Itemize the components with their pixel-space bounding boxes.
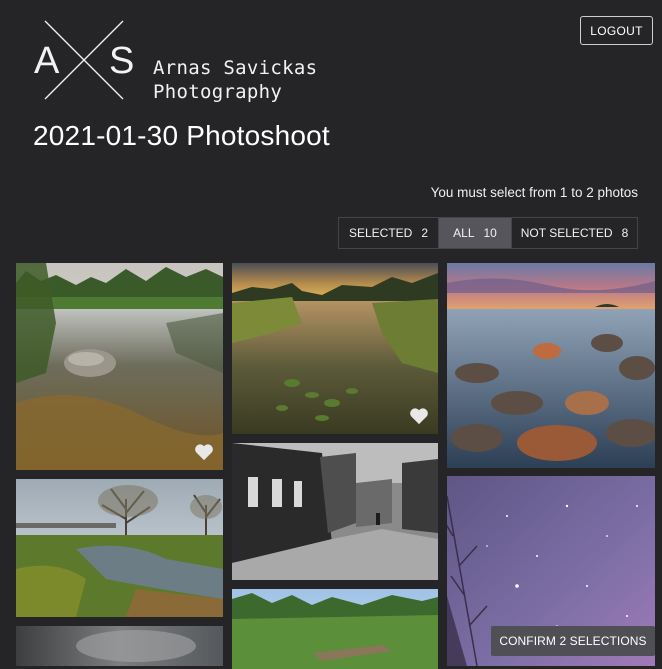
photo-image bbox=[232, 589, 438, 669]
logo-mark: A S bbox=[34, 20, 133, 100]
tab-selected-count: 2 bbox=[421, 226, 429, 240]
photo-image bbox=[16, 626, 223, 666]
tab-not-selected-count: 8 bbox=[621, 226, 629, 240]
photo-thumbnail[interactable] bbox=[232, 443, 438, 580]
photo-image bbox=[232, 443, 438, 580]
logo-name: Arnas Savickas Photography bbox=[153, 56, 317, 104]
tab-selected[interactable]: SELECTED 2 bbox=[339, 218, 439, 248]
logout-button[interactable]: LOGOUT bbox=[580, 16, 653, 45]
filter-tabs: SELECTED 2 ALL 10 NOT SELECTED 8 bbox=[338, 217, 638, 249]
photo-image bbox=[232, 263, 438, 434]
photo-thumbnail[interactable] bbox=[232, 263, 438, 434]
photo-thumbnail[interactable] bbox=[16, 263, 223, 470]
photo-thumbnail[interactable] bbox=[447, 263, 655, 468]
tab-not-selected[interactable]: NOT SELECTED 8 bbox=[511, 218, 637, 248]
logo-letter-s: S bbox=[109, 40, 133, 82]
tab-all-count: 10 bbox=[483, 226, 497, 240]
logo-name-line2: Photography bbox=[153, 81, 283, 103]
selection-requirement-text: You must select from 1 to 2 photos bbox=[430, 185, 638, 200]
heart-icon[interactable] bbox=[409, 407, 429, 425]
page-title: 2021-01-30 Photoshoot bbox=[33, 120, 330, 151]
brand-logo[interactable]: A S Arnas Savickas Photography bbox=[33, 17, 333, 104]
photo-thumbnail[interactable] bbox=[232, 589, 438, 669]
tab-selected-label: SELECTED bbox=[348, 226, 413, 240]
confirm-selections-button[interactable]: CONFIRM 2 SELECTIONS bbox=[491, 626, 655, 656]
photo-image bbox=[447, 263, 655, 468]
photo-thumbnail[interactable] bbox=[16, 479, 223, 617]
heart-icon[interactable] bbox=[194, 443, 214, 461]
tab-all[interactable]: ALL 10 bbox=[439, 218, 511, 248]
logo-name-line1: Arnas Savickas bbox=[153, 57, 318, 79]
tab-not-selected-label: NOT SELECTED bbox=[520, 226, 613, 240]
tab-all-label: ALL bbox=[453, 226, 475, 240]
logo-letter-a: A bbox=[34, 40, 60, 82]
photo-image bbox=[16, 263, 223, 470]
photo-thumbnail[interactable] bbox=[16, 626, 223, 666]
photo-image bbox=[16, 479, 223, 617]
